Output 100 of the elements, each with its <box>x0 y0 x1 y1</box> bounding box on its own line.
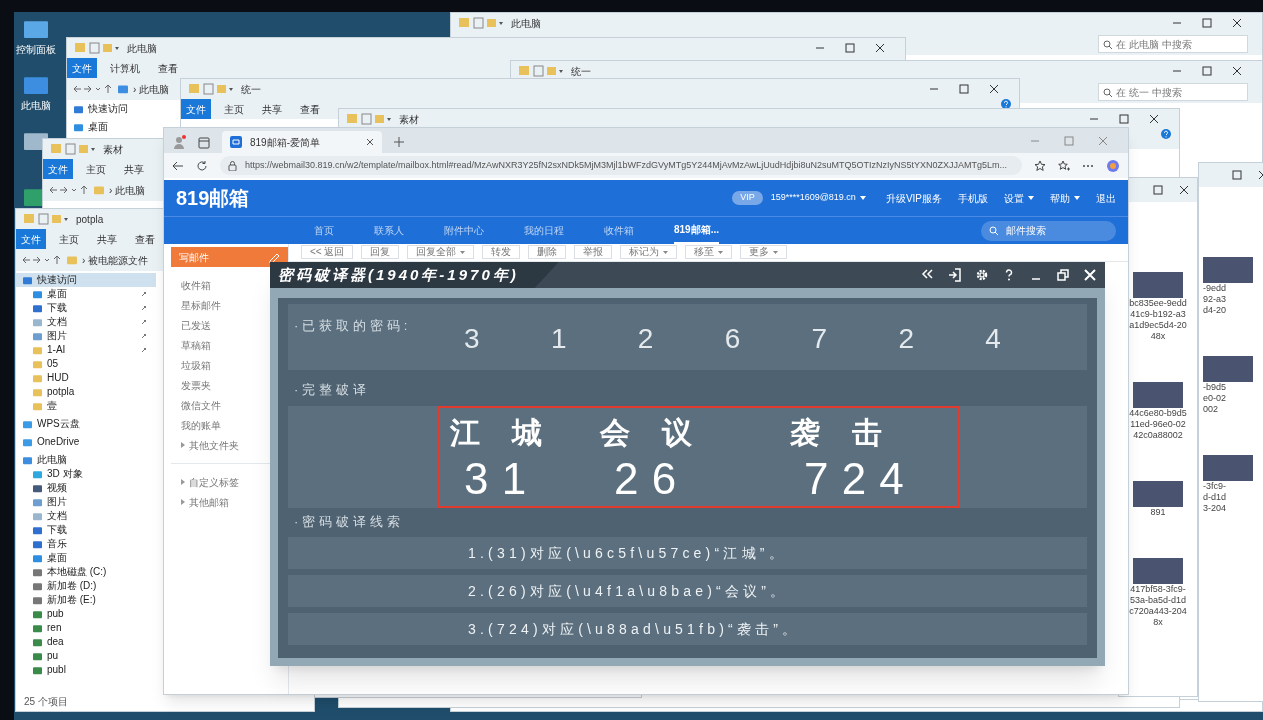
header-link[interactable]: 手机版 <box>958 190 988 206</box>
favorites-icon[interactable] <box>1058 159 1070 172</box>
folder-item[interactable]: 草稿箱 <box>181 337 211 353</box>
maximize-icon[interactable] <box>1153 185 1163 195</box>
folder-item[interactable]: 微信文件 <box>181 397 221 413</box>
header-link[interactable]: 升级VIP服务 <box>885 190 942 206</box>
tree-item[interactable]: 桌面 <box>16 551 156 565</box>
toolbar-button[interactable]: 更多 <box>740 245 788 259</box>
close-icon[interactable] <box>366 138 374 146</box>
ribbon-tab[interactable]: 共享 <box>257 99 287 119</box>
folder-item[interactable]: 其他文件夹 <box>181 437 239 453</box>
ribbon-tab[interactable]: 主页 <box>219 99 249 119</box>
toolbar-button[interactable]: 举报 <box>574 245 613 259</box>
header-link[interactable]: 退出 <box>1096 190 1116 206</box>
tree-item[interactable]: 快速访问 <box>16 273 156 287</box>
tree-item[interactable]: pub <box>16 607 156 621</box>
tree-item[interactable]: HUD <box>16 371 156 385</box>
ribbon-tab[interactable]: 共享 <box>92 229 122 249</box>
address-bar[interactable]: https://webmail30.819.cn/w2/template/mailbox.html#read/MzAwNXR3Y25fN2sxNDk5MjM3Mjl1bWFzdGVyMTg5Y244MjAvMzAwLjUudHdjbi8uN2suMTQ5OTIzNzIyNS5tYXN0ZXJJAMTg5Lm... <box>220 156 1022 175</box>
tree-item[interactable]: 本地磁盘 (C:) <box>16 565 156 579</box>
tree-item[interactable]: WPS云盘 <box>16 417 156 431</box>
settings-icon[interactable] <box>975 268 989 282</box>
help-icon[interactable] <box>1161 129 1171 139</box>
exit-icon[interactable] <box>948 268 962 282</box>
folder-item[interactable]: 星标邮件 <box>181 297 221 313</box>
ribbon-tab[interactable]: 计算机 <box>105 58 145 78</box>
maximize-icon[interactable] <box>1202 66 1212 76</box>
ribbon-tab[interactable]: 文件 <box>43 159 73 179</box>
maximize-icon[interactable] <box>1232 170 1242 180</box>
folder-item[interactable]: 我的账单 <box>181 417 221 433</box>
maximize-icon[interactable] <box>1202 18 1212 28</box>
tree-item[interactable]: 图片 <box>16 329 156 343</box>
ribbon-tab[interactable]: 主页 <box>81 159 111 179</box>
ribbon-tab[interactable]: 主页 <box>54 229 84 249</box>
search-field[interactable]: 在 此电脑 中搜索 <box>1098 35 1248 53</box>
tab-actions-icon[interactable] <box>198 137 210 149</box>
back-icon[interactable] <box>172 159 184 172</box>
tree-item[interactable]: 1-AI <box>16 343 156 357</box>
close-icon[interactable] <box>989 84 999 94</box>
restore-icon[interactable] <box>1056 268 1070 282</box>
ribbon-tab[interactable]: 文件 <box>67 58 97 78</box>
new-tab-icon[interactable] <box>394 137 404 147</box>
close-icon[interactable] <box>1179 185 1189 195</box>
toolbar-button[interactable]: 移至 <box>685 245 733 259</box>
assistant-logo-icon[interactable] <box>1106 158 1120 173</box>
toolbar-button[interactable]: 回复 <box>361 245 400 259</box>
header-link[interactable]: 帮助 <box>1050 190 1080 206</box>
folder-item[interactable]: 垃圾箱 <box>181 357 211 373</box>
header-link[interactable]: 设置 <box>1004 190 1034 206</box>
ribbon-tab[interactable]: 共享 <box>119 159 149 179</box>
close-icon[interactable] <box>1232 18 1242 28</box>
toolbar-button[interactable]: 标记为 <box>620 245 678 259</box>
tree-item[interactable]: publ <box>16 663 156 677</box>
tree-item[interactable]: 音乐 <box>16 537 156 551</box>
nav-tab[interactable]: 819邮箱... <box>674 217 720 244</box>
tree-item[interactable]: 桌面 <box>67 120 136 134</box>
ribbon-tab[interactable]: 查看 <box>153 58 183 78</box>
ribbon-tab[interactable]: 文件 <box>181 99 211 119</box>
tree-item[interactable]: 快速访问 <box>67 102 136 116</box>
tree-item[interactable]: dea <box>16 635 156 649</box>
tree-item[interactable]: 图片 <box>16 495 156 509</box>
toolbar-button[interactable]: << 返回 <box>301 245 354 259</box>
tree-item[interactable]: pu <box>16 649 156 663</box>
tree-item[interactable]: 3D 对象 <box>16 467 156 481</box>
ribbon-tab[interactable]: 查看 <box>295 99 325 119</box>
tree-item[interactable]: 视频 <box>16 481 156 495</box>
toolbar-button[interactable]: 回复全部 <box>407 245 475 259</box>
tree-item[interactable]: 文档 <box>16 509 156 523</box>
profile-icon[interactable] <box>172 135 186 149</box>
reload-icon[interactable] <box>196 159 208 172</box>
search-field[interactable]: 在 统一 中搜索 <box>1098 83 1248 101</box>
desktop-icon-label[interactable]: 控制面板 <box>16 42 56 57</box>
ribbon-tab[interactable]: 查看 <box>130 229 160 249</box>
close-icon[interactable] <box>1232 66 1242 76</box>
tree-item[interactable]: 新加卷 (E:) <box>16 593 156 607</box>
tree-item[interactable]: 壹 <box>16 399 156 413</box>
tree-item[interactable]: 下载 <box>16 523 156 537</box>
tree-item[interactable]: potpla <box>16 385 156 399</box>
tree-item[interactable]: 05 <box>16 357 156 371</box>
tree-item[interactable]: 文档 <box>16 315 156 329</box>
close-icon[interactable] <box>1149 114 1159 124</box>
tree-item[interactable]: 新加卷 (D:) <box>16 579 156 593</box>
maximize-icon[interactable] <box>959 84 969 94</box>
close-icon[interactable] <box>875 43 885 53</box>
folder-item[interactable]: 自定义标签 <box>181 474 239 490</box>
star-outline-icon[interactable] <box>1034 159 1046 172</box>
tree-item[interactable]: 下载 <box>16 301 156 315</box>
account-menu[interactable]: 159****1609@819.cn <box>770 191 866 205</box>
ribbon-tab[interactable]: 文件 <box>16 229 46 249</box>
tree-item[interactable]: 桌面 <box>16 287 156 301</box>
tree-item[interactable]: ren <box>16 621 156 635</box>
toolbar-button[interactable]: 转发 <box>482 245 521 259</box>
tree-item[interactable]: OneDrive <box>16 435 156 449</box>
tree-item[interactable]: 此电脑 <box>16 453 156 467</box>
folder-item[interactable]: 其他邮箱 <box>181 494 229 510</box>
folder-item[interactable]: 发票夹 <box>181 377 211 393</box>
folder-item[interactable]: 收件箱 <box>181 277 211 293</box>
desktop-icon-label[interactable]: 此电脑 <box>21 98 51 113</box>
toolbar-button[interactable]: 删除 <box>528 245 567 259</box>
folder-item[interactable]: 已发送 <box>181 317 211 333</box>
